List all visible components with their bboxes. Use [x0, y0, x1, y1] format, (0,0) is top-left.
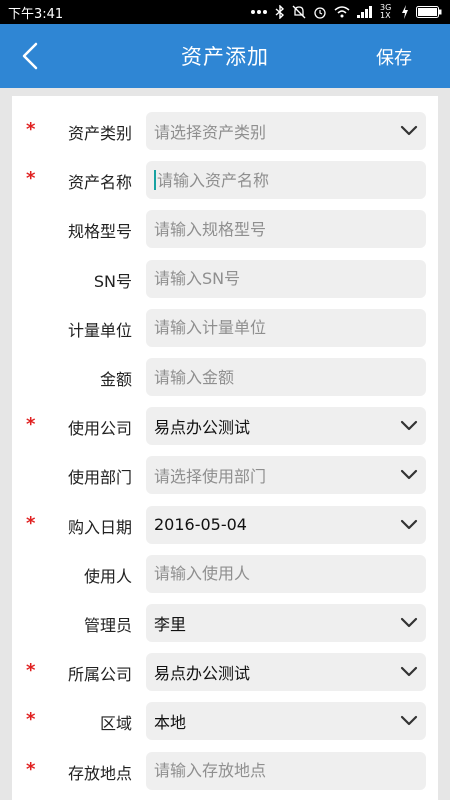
text-field — [146, 210, 426, 249]
chevron-down-icon — [400, 417, 418, 436]
select-value: 易点办公测试 — [154, 418, 251, 438]
select-placeholder: 请选择使用部门 — [154, 467, 267, 487]
text-input[interactable] — [154, 564, 384, 584]
charging-icon — [401, 5, 409, 19]
form-row: 规格型号 — [12, 210, 438, 249]
required-marker: * — [26, 709, 36, 731]
select-field[interactable]: 2016-05-04 — [146, 505, 426, 544]
form-row: 计量单位 — [12, 308, 438, 347]
save-button[interactable]: 保存 — [376, 44, 412, 70]
field-label: SN号 — [93, 271, 132, 291]
mute-bell-icon — [292, 5, 306, 19]
chevron-down-icon — [400, 663, 418, 682]
required-marker: * — [26, 414, 36, 436]
field-label: 使用人 — [83, 566, 132, 586]
form-row: * 资产名称 — [12, 161, 438, 200]
field-label: 金额 — [99, 370, 132, 389]
select-placeholder: 请选择资产类别 — [154, 123, 267, 142]
form-row: * 区域 本地 — [12, 702, 438, 741]
form-row: * 购入日期 2016-05-04 — [12, 505, 438, 544]
field-label: 购入日期 — [67, 517, 132, 537]
text-input[interactable] — [157, 170, 387, 190]
field-label: 使用公司 — [67, 419, 132, 439]
text-field — [146, 358, 426, 396]
text-input[interactable] — [154, 269, 384, 289]
field-label: 规格型号 — [67, 222, 132, 242]
field-label: 使用部门 — [67, 468, 132, 488]
text-field — [146, 161, 426, 200]
text-field — [146, 259, 426, 298]
back-button[interactable] — [10, 36, 50, 76]
status-icons: 3G 1X — [250, 4, 442, 20]
text-input[interactable] — [154, 219, 384, 239]
form-row: * 资产类别 请选择资产类别 — [12, 112, 438, 150]
select-value: 易点办公测试 — [154, 664, 251, 684]
select-field[interactable]: 李里 — [146, 604, 426, 642]
field-label: 管理员 — [83, 616, 132, 635]
back-arrow-icon — [22, 42, 38, 70]
chevron-down-icon — [400, 712, 418, 731]
wifi-icon — [334, 6, 350, 18]
field-label: 资产类别 — [67, 124, 132, 143]
form-row: 金额 — [12, 358, 438, 396]
select-field[interactable]: 易点办公测试 — [146, 407, 426, 446]
signal-bars-icon — [357, 6, 373, 18]
alarm-icon — [313, 5, 327, 19]
status-bar: 下午3:41 3G 1X — [0, 0, 450, 24]
required-marker: * — [26, 758, 36, 780]
text-input[interactable] — [154, 367, 384, 387]
field-label: 区域 — [99, 714, 132, 734]
form-row: 使用部门 请选择使用部门 — [12, 456, 438, 495]
bluetooth-icon — [275, 5, 285, 19]
asset-form: *资产类别请选择资产类别*资产名称规格型号SN号计量单位金额*使用公司易点办公测… — [12, 96, 438, 800]
chevron-down-icon — [400, 516, 418, 535]
form-row: 管理员 李里 — [12, 604, 438, 642]
form-row: SN号 — [12, 259, 438, 298]
select-value: 本地 — [154, 713, 187, 733]
form-row: * 所属公司 易点办公测试 — [12, 653, 438, 692]
select-field[interactable]: 请选择使用部门 — [146, 456, 426, 495]
select-value: 2016-05-04 — [154, 515, 247, 535]
select-value: 李里 — [154, 615, 187, 634]
text-field — [146, 554, 426, 593]
field-label: 资产名称 — [67, 173, 132, 193]
form-row: * 存放地点 — [12, 751, 438, 790]
form-row: * 使用公司 易点办公测试 — [12, 407, 438, 446]
select-field[interactable]: 本地 — [146, 702, 426, 741]
required-marker: * — [26, 660, 36, 682]
text-input[interactable] — [154, 318, 384, 338]
chevron-down-icon — [400, 614, 418, 633]
network-type-label: 3G 1X — [380, 3, 392, 20]
battery-icon — [416, 6, 442, 18]
text-field — [146, 308, 426, 347]
form-row: 使用人 — [12, 554, 438, 593]
required-marker: * — [26, 119, 36, 140]
required-marker: * — [26, 168, 36, 190]
chevron-down-icon — [400, 466, 418, 485]
select-field[interactable]: 易点办公测试 — [146, 653, 426, 692]
more-dots-icon — [250, 9, 268, 15]
text-field — [146, 751, 426, 790]
page-title: 资产添加 — [181, 45, 269, 69]
select-field[interactable]: 请选择资产类别 — [146, 112, 426, 150]
app-bar: 资产添加 保存 — [0, 24, 450, 88]
chevron-down-icon — [400, 122, 418, 141]
field-label: 存放地点 — [67, 763, 132, 783]
field-label: 计量单位 — [67, 320, 132, 340]
required-marker: * — [26, 512, 36, 534]
text-input[interactable] — [154, 761, 384, 781]
text-cursor — [154, 170, 156, 191]
status-time: 下午3:41 — [8, 6, 64, 22]
field-label: 所属公司 — [67, 665, 132, 685]
